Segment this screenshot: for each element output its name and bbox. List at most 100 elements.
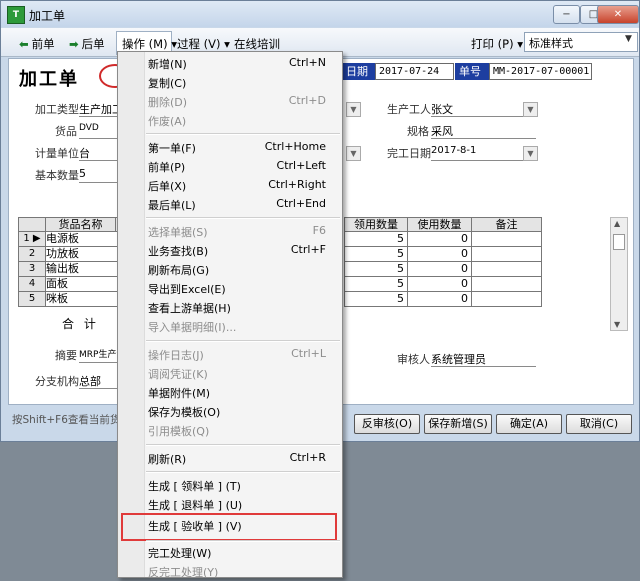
menu-item-label: 第一单(F) (148, 142, 196, 155)
menu-item-label: 引用模板(Q) (148, 425, 210, 438)
menu-item-refresh-layout[interactable]: 刷新布局(G) (118, 260, 342, 279)
highlight-box (121, 513, 337, 541)
menu-item-gen-pick[interactable]: 生成 [ 领料单 ] (T) (118, 476, 342, 495)
right-arrow-icon: ➡ (69, 37, 79, 51)
cancel-button[interactable]: 取消(C) (566, 414, 632, 434)
cell-used-qty[interactable]: 0 (408, 262, 472, 277)
operate-menu[interactable]: 操作 (M) ▾ (122, 36, 177, 52)
cell-used-qty[interactable]: 0 (408, 277, 472, 292)
cell-received-qty[interactable]: 5 (344, 247, 408, 262)
dropdown-icon[interactable]: ▼ (346, 102, 361, 117)
unaudit-button[interactable]: 反审核(O) (354, 414, 420, 434)
close-button[interactable]: ✕ (597, 5, 639, 24)
menu-item-complete[interactable]: 完工处理(W) (118, 543, 342, 562)
cell-remark[interactable] (472, 262, 542, 277)
finish-date-field[interactable]: 2017-8-1 (431, 145, 536, 161)
menu-item-op-log[interactable]: 操作日志(J) Ctrl+L (118, 345, 342, 364)
dropdown-icon[interactable]: ▼ (346, 146, 361, 161)
cell-used-qty[interactable]: 0 (408, 292, 472, 307)
prev-doc-label: 前单 (31, 37, 55, 51)
cell-received-qty[interactable]: 5 (344, 292, 408, 307)
cell-goods-name[interactable]: 电源板 (46, 232, 120, 247)
grid-header-name: 货品名称 (46, 217, 116, 232)
menu-item-label: 作废(A) (148, 115, 187, 128)
doc-no-field[interactable]: MM-2017-07-00001 (489, 63, 592, 80)
row-number: 1 ▶ (18, 232, 46, 247)
menu-item-save-template[interactable]: 保存为模板(O) (118, 402, 342, 421)
cell-received-qty[interactable]: 5 (344, 262, 408, 277)
cell-received-qty[interactable]: 5 (344, 232, 408, 247)
auditor-field: 系统管理员 (431, 351, 536, 367)
cell-remark[interactable] (472, 292, 542, 307)
finish-date-label: 完工日期 (387, 147, 431, 160)
menu-item-find[interactable]: 业务查找(B) Ctrl+F (118, 241, 342, 260)
menu-item-label: 反完工处理(Y) (148, 566, 219, 579)
process-type-field[interactable]: 生产加工 (79, 101, 123, 117)
menu-item-voucher[interactable]: 调阅凭证(K) (118, 364, 342, 383)
cell-remark[interactable] (472, 277, 542, 292)
branch-field[interactable]: 总部 (79, 373, 119, 389)
cell-remark[interactable] (472, 232, 542, 247)
menu-item-prev[interactable]: 前单(P) Ctrl+Left (118, 157, 342, 176)
scroll-up-icon[interactable]: ▲ (614, 219, 620, 228)
menu-item-last[interactable]: 最后单(L) Ctrl+End (118, 195, 342, 214)
scroll-down-icon[interactable]: ▼ (614, 320, 620, 329)
grid-scrollbar[interactable]: ▲ ▼ (610, 217, 628, 331)
menu-item-export-excel[interactable]: 导出到Excel(E) (118, 279, 342, 298)
cell-goods-name[interactable]: 功放板 (46, 247, 120, 262)
row-number-text: 1 (23, 233, 30, 244)
unit-field[interactable]: 台 (79, 145, 119, 161)
grid-corner (18, 217, 46, 232)
menu-item-uncomplete[interactable]: 反完工处理(Y) (118, 562, 342, 581)
menu-item-first[interactable]: 第一单(F) Ctrl+Home (118, 138, 342, 157)
cell-goods-name[interactable]: 输出板 (46, 262, 120, 277)
base-qty-field[interactable]: 5 (79, 167, 119, 183)
menu-item-select-doc[interactable]: 选择单据(S) F6 (118, 222, 342, 241)
online-training-link[interactable]: 在线培训 (234, 36, 280, 52)
menu-item-refresh[interactable]: 刷新(R) Ctrl+R (118, 449, 342, 468)
producer-field[interactable]: 张文 (431, 101, 536, 117)
save-new-button[interactable]: 保存新增(S) (424, 414, 492, 434)
cell-goods-name[interactable]: 咪板 (46, 292, 120, 307)
operate-dropdown-menu: 新增(N) Ctrl+N 复制(C) 删除(D) Ctrl+D 作废(A) 第一单(… (117, 51, 343, 581)
ok-button[interactable]: 确定(A) (496, 414, 562, 434)
process-menu[interactable]: 过程 (V) ▾ (177, 36, 230, 52)
dropdown-icon[interactable]: ▼ (523, 146, 538, 161)
menu-item-upstream[interactable]: 查看上游单据(H) (118, 298, 342, 317)
menu-item-import-details[interactable]: 导入单据明细(I)... (118, 317, 342, 336)
prev-doc-button[interactable]: ⬅ 前单 (19, 36, 55, 52)
menu-item-use-template[interactable]: 引用模板(Q) (118, 421, 342, 440)
cell-used-qty[interactable]: 0 (408, 247, 472, 262)
menu-item-next[interactable]: 后单(X) Ctrl+Right (118, 176, 342, 195)
next-doc-button[interactable]: ➡ 后单 (69, 36, 105, 52)
date-field[interactable]: 2017-07-24 (375, 63, 454, 80)
menu-item-gen-return[interactable]: 生成 [ 退料单 ] (U) (118, 495, 342, 514)
dropdown-icon[interactable]: ▼ (523, 102, 538, 117)
cell-used-qty[interactable]: 0 (408, 232, 472, 247)
menu-item-shortcut: Ctrl+R (289, 451, 326, 464)
producer-label: 生产工人 (387, 103, 431, 116)
cell-received-qty[interactable]: 5 (344, 277, 408, 292)
next-doc-label: 后单 (81, 37, 105, 51)
menu-item-copy[interactable]: 复制(C) (118, 73, 342, 92)
menu-item-new[interactable]: 新增(N) Ctrl+N (118, 54, 342, 73)
grid-header-used: 使用数量 (408, 217, 472, 232)
goods-field[interactable]: DVD (79, 123, 119, 139)
style-select-value: 标准样式 (529, 37, 573, 50)
row-number: 5 (18, 292, 46, 307)
style-select[interactable]: 标准样式 ▼ (524, 32, 638, 52)
menu-item-void[interactable]: 作废(A) (118, 111, 342, 130)
menu-item-attachment[interactable]: 单据附件(M) (118, 383, 342, 402)
menu-item-delete[interactable]: 删除(D) Ctrl+D (118, 92, 342, 111)
summary-field[interactable]: MRP生产计 (79, 347, 125, 363)
menu-item-label: 保存为模板(O) (148, 406, 221, 419)
minimize-button[interactable]: − (553, 5, 580, 24)
cell-remark[interactable] (472, 247, 542, 262)
menu-item-label: 导入单据明细(I)... (148, 321, 237, 334)
menu-item-shortcut: Ctrl+End (276, 197, 326, 210)
cell-goods-name[interactable]: 面板 (46, 277, 120, 292)
scroll-thumb[interactable] (613, 234, 625, 250)
form-title: 加工单 (19, 69, 79, 90)
print-menu[interactable]: 打印 (P) ▾ (471, 36, 523, 52)
spec-field[interactable]: 采风 (431, 123, 536, 139)
